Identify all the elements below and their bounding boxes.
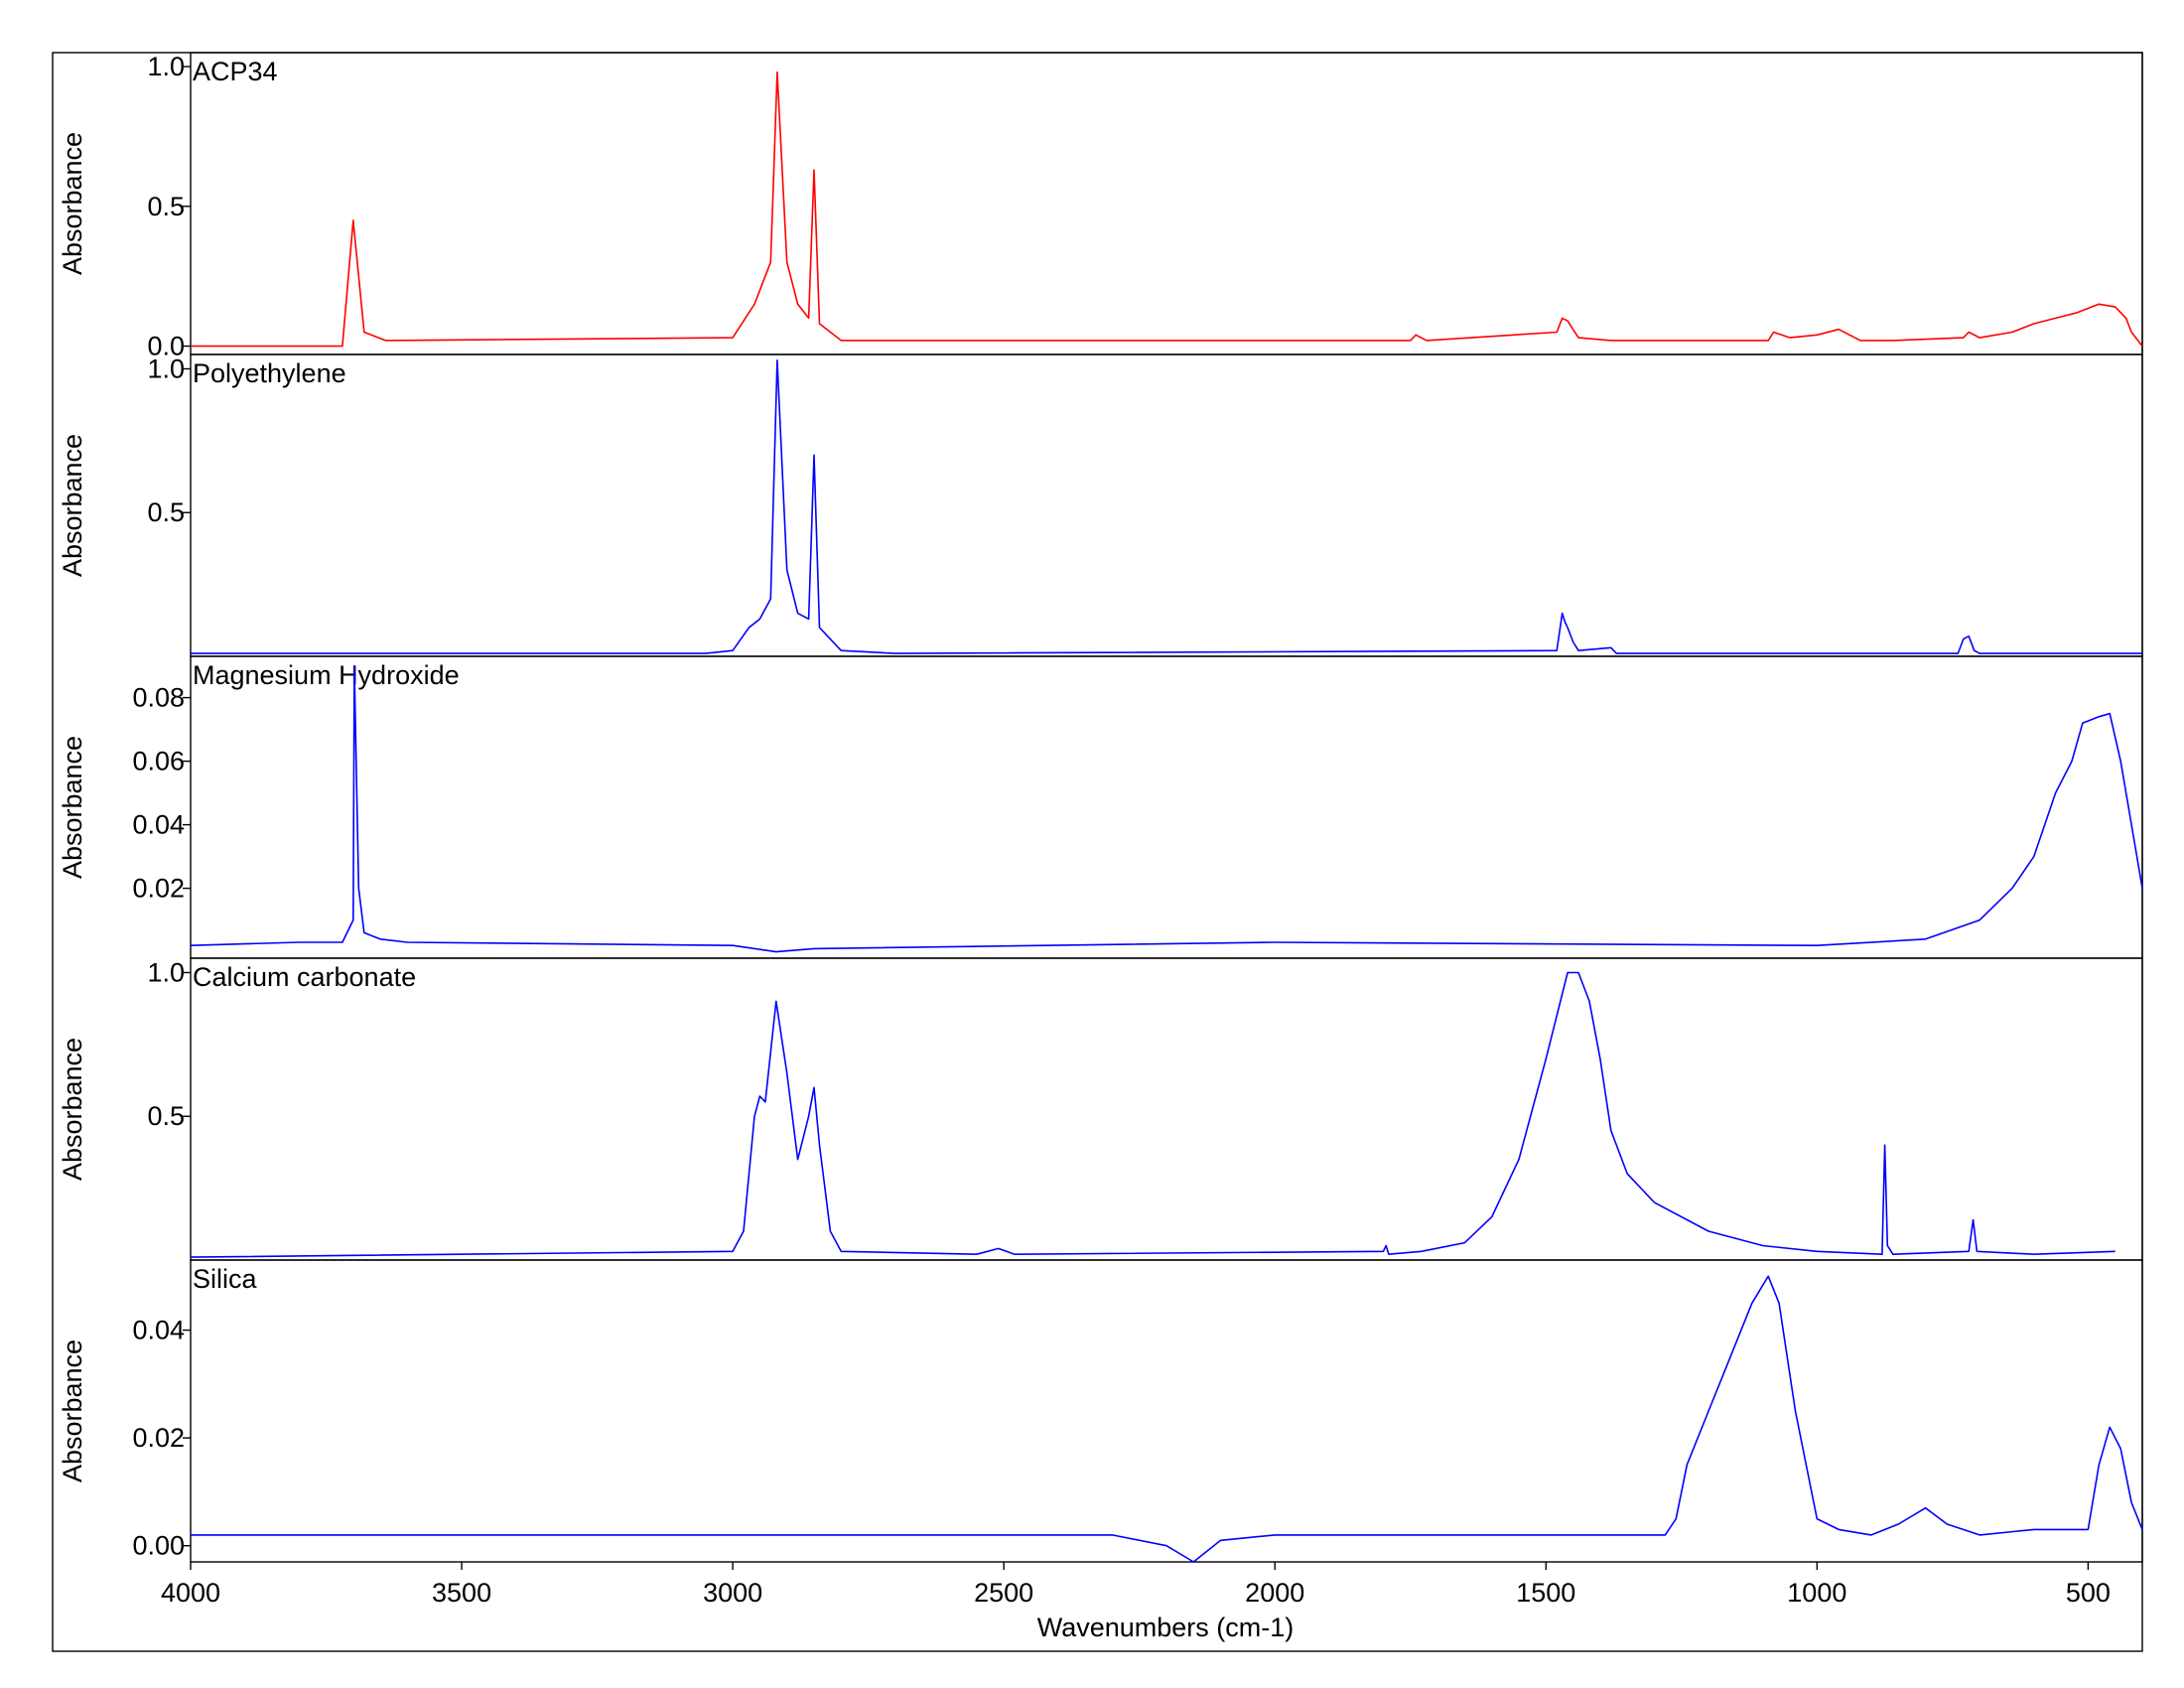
series-line [190,971,2116,1258]
series-name: Calcium carbonate [193,962,416,992]
x-tick-label: 3000 [703,1578,762,1608]
panel-frame [190,957,2143,1261]
panel-frame [190,655,2143,959]
y-axis-title: Absorbance [58,132,87,275]
y-tick-label: 1.0 [147,52,185,81]
y-tick-label: 0.08 [132,683,185,713]
panel-3: 0.5 1.0 Absorbance Calcium carbonate [58,957,2143,1261]
y-tick-label: 0.02 [132,874,185,904]
series-line [191,70,2143,348]
panel-4: 0.00 0.02 0.04 Absorbance Silica [58,1259,2143,1563]
y-tick-label: 1.0 [147,353,185,383]
x-tick-label: 1500 [1516,1578,1575,1608]
series-name: Polyethylene [193,358,346,388]
x-tick-label: 1000 [1787,1578,1846,1608]
spectra-figure: 0.00.51.0AbsorbanceACP340.51.0Absorbance… [52,52,2143,1652]
x-tick-label: 3500 [432,1578,491,1608]
panel-frame [190,1259,2143,1563]
y-tick-label: 0.02 [132,1423,185,1453]
x-tick-label: 500 [2066,1578,2111,1608]
figure-border [52,52,2143,1652]
panel-0: 0.00.51.0AbsorbanceACP34 [58,52,2143,361]
y-tick-label: 1.0 [147,957,185,987]
y-axis-title: Absorbance [58,736,87,879]
x-tick-label: 4000 [161,1578,220,1608]
y-tick-label: 0.5 [147,192,185,221]
panel-frame [190,52,2143,355]
x-axis: 4000 3500 3000 2500 2000 1500 1000 500 [161,1562,2111,1608]
series-line [190,664,2143,953]
x-tick-label: 2500 [974,1578,1033,1608]
y-tick-label: 0.5 [147,497,185,527]
series-name: Silica [193,1264,258,1294]
series-name: ACP34 [193,57,278,86]
y-axis-title: Absorbance [58,1038,87,1181]
panel-2: 0.02 0.04 0.06 0.08 Absorbance Magnesium Hydr… [58,655,2143,959]
chart-panels: 0.00.51.0AbsorbanceACP340.51.0Absorbance… [58,52,2143,1563]
y-axis-title: Absorbance [58,434,87,577]
panel-1: 0.5 1.0 Absorbance Polyethylene [58,353,2143,657]
y-axis-title: Absorbance [58,1339,87,1482]
y-tick-label: 0.06 [132,747,185,776]
panel-frame [190,353,2143,657]
y-tick-label: 0.5 [147,1101,185,1131]
series-line [191,359,2142,654]
y-tick-label: 0.04 [132,810,185,840]
x-tick-label: 2000 [1245,1578,1304,1608]
x-axis-title: Wavenumbers (cm-1) [1037,1613,1295,1642]
y-tick-label: 0.00 [132,1531,185,1561]
y-tick-label: 0.04 [132,1316,185,1345]
series-line [191,1275,2143,1563]
series-name: Magnesium Hydroxide [193,660,460,690]
